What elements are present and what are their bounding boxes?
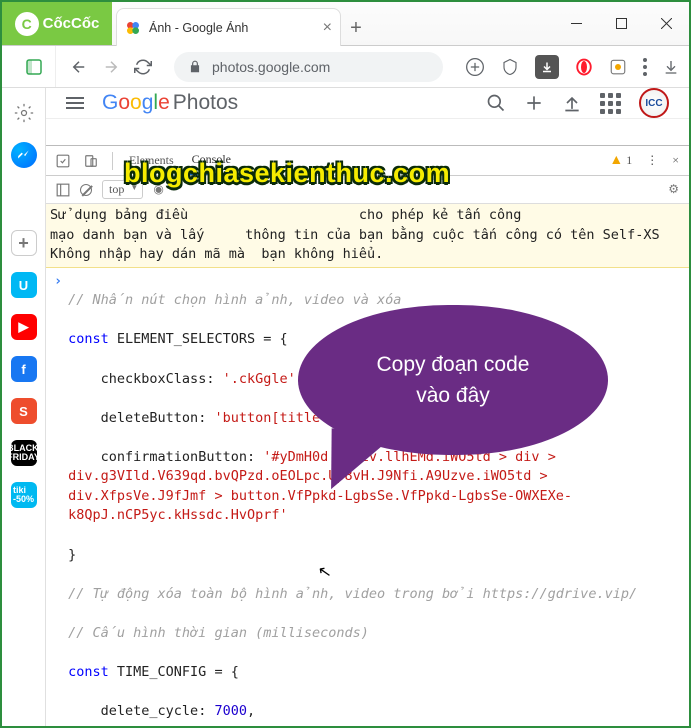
search-icon[interactable] — [486, 93, 506, 113]
browser-logo-text: CốcCốc — [43, 15, 100, 32]
browser-side-panel: + U ▶ f S BLACKFRIDAY tiki-50% — [2, 88, 46, 726]
tab-close-icon[interactable]: × — [323, 19, 332, 37]
annotation-callout: Copy đoạn code vào đây — [298, 305, 608, 455]
callout-line2: vào đây — [416, 384, 490, 407]
browser-tab[interactable]: Ảnh - Google Ảnh × — [116, 8, 341, 46]
window-titlebar: C CốcCốc Ảnh - Google Ảnh × + — [2, 2, 689, 46]
window-minimize-button[interactable] — [554, 2, 599, 45]
tab-title: Ảnh - Google Ảnh — [149, 21, 315, 35]
menu-icon[interactable] — [643, 58, 647, 76]
coccoc-badge-icon: C — [15, 12, 39, 36]
google-photos-logo: Google Photos — [102, 91, 238, 115]
settings-icon[interactable] — [11, 100, 37, 126]
savior-ext-icon[interactable] — [609, 58, 627, 76]
photos-body: CN, 10 thg 11 Windows PE Menu Symantec G… — [46, 119, 689, 145]
watermark-overlay: blogchiasekienthuc.com — [124, 158, 450, 189]
console-sidebar-icon[interactable] — [56, 183, 70, 197]
devtools-close-icon[interactable]: × — [672, 153, 679, 168]
callout-line1: Copy đoạn code — [377, 353, 530, 376]
add-bookmark-icon[interactable] — [465, 57, 485, 77]
back-button[interactable] — [70, 58, 88, 76]
url-text: photos.google.com — [212, 59, 330, 75]
photos-header: Google Photos ICC — [46, 88, 689, 119]
favicon-icon — [125, 20, 141, 36]
panel-toggle-icon[interactable] — [26, 59, 42, 75]
shortcut-tiki[interactable]: tiki-50% — [11, 482, 37, 508]
warnings-badge[interactable]: ▲1 — [609, 153, 632, 169]
shortcut-facebook[interactable]: f — [11, 356, 37, 382]
shortcut-u[interactable]: U — [11, 272, 37, 298]
hamburger-icon[interactable] — [66, 97, 84, 109]
browser-logo: C CốcCốc — [2, 2, 112, 45]
url-bar[interactable]: photos.google.com — [174, 52, 443, 82]
forward-button[interactable] — [102, 58, 120, 76]
shortcut-shopee[interactable]: S — [11, 398, 37, 424]
prompt-caret-icon: › — [54, 272, 62, 726]
extension-shield-icon[interactable] — [501, 58, 519, 76]
reload-button[interactable] — [134, 58, 152, 76]
account-avatar[interactable]: ICC — [639, 88, 669, 118]
window-close-button[interactable] — [644, 2, 689, 45]
apps-grid-icon[interactable] — [600, 93, 621, 114]
shortcut-blackfriday[interactable]: BLACKFRIDAY — [11, 440, 37, 466]
shortcut-youtube[interactable]: ▶ — [11, 314, 37, 340]
messenger-icon[interactable] — [11, 142, 37, 168]
upload-icon[interactable] — [562, 93, 582, 113]
new-tab-button[interactable]: + — [341, 12, 371, 45]
inspect-icon[interactable] — [56, 154, 70, 168]
create-icon[interactable] — [524, 93, 544, 113]
clear-console-icon[interactable] — [80, 184, 92, 196]
console-warning: Sử dụng bảng điều cho phép kẻ tấn công m… — [46, 204, 689, 268]
download-square-icon[interactable] — [535, 55, 559, 79]
device-toggle-icon[interactable] — [84, 154, 98, 168]
window-maximize-button[interactable] — [599, 2, 644, 45]
opera-ext-icon[interactable] — [575, 58, 593, 76]
downloads-icon[interactable] — [663, 59, 679, 75]
lock-icon — [188, 60, 202, 74]
devtools-menu-icon[interactable]: ⋮ — [646, 153, 658, 168]
add-shortcut-button[interactable]: + — [11, 230, 37, 256]
browser-toolbar: photos.google.com — [2, 46, 689, 88]
app-name-photos: Photos — [173, 91, 238, 115]
console-settings-icon[interactable]: ⚙ — [668, 182, 679, 197]
